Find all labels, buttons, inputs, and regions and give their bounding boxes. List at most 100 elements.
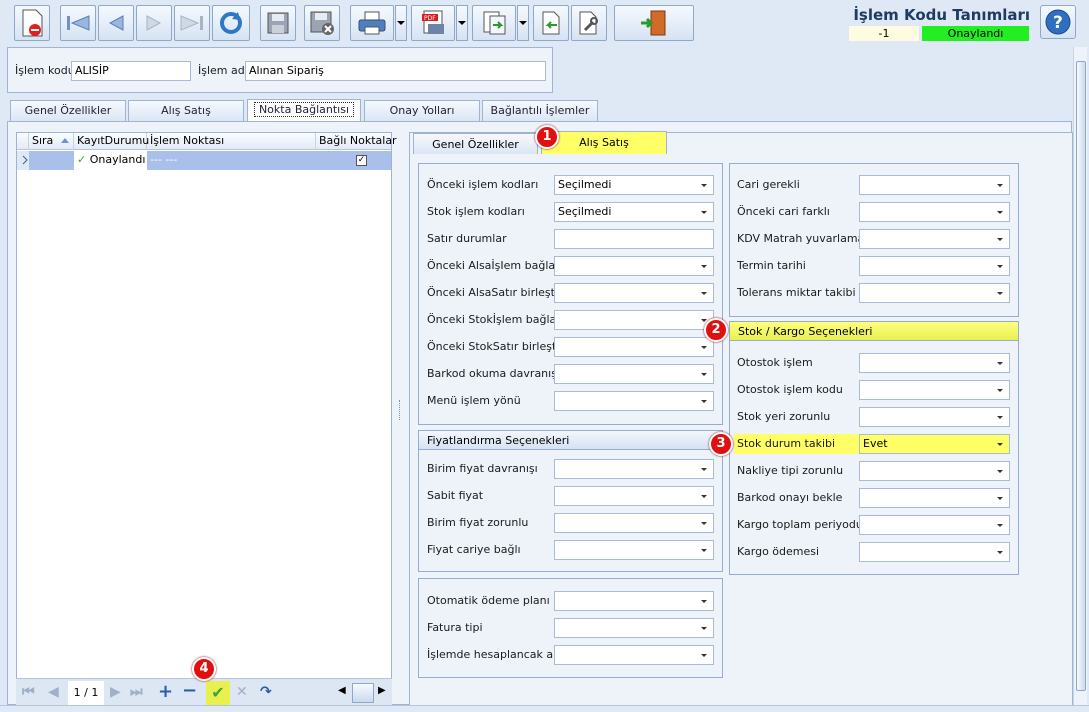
toolbar: PDF İşlem Kodu Tanımları -1 Onaylandı ? (0, 0, 1089, 44)
left-group-label-6: Önceki StokSatır birleştir (427, 340, 564, 353)
pricing-options-group: Fiyatlandırma Seçenekleri Birim fiyat da… (418, 430, 723, 572)
exit-button[interactable] (614, 5, 694, 41)
tab-approval-paths[interactable]: Onay Yolları (364, 100, 480, 121)
save-button[interactable] (260, 5, 296, 41)
tab-linked-operations[interactable]: Bağlantılı İşlemler (482, 100, 598, 121)
new-document-button[interactable] (14, 5, 50, 41)
nav-next-icon[interactable]: ▶ (110, 684, 121, 700)
subtab-general[interactable]: Genel Özellikler (413, 133, 538, 154)
record-number: -1 (849, 26, 919, 41)
left-group-combo-0[interactable]: Seçilmedi (554, 175, 714, 195)
left-group-combo-6[interactable] (554, 337, 714, 357)
tab-point-connection[interactable]: Nokta Bağlantısı (247, 99, 361, 122)
right-top-group-label-0: Cari gerekli (737, 178, 800, 191)
chevron-down-icon (997, 524, 1003, 527)
tab-general[interactable]: Genel Özellikler (10, 100, 126, 121)
right-top-group-label-3: Termin tarihi (737, 259, 806, 272)
document-settings-button[interactable] (571, 5, 607, 41)
right-top-group-combo-2[interactable] (859, 229, 1010, 249)
hscroll-thumb[interactable] (352, 683, 374, 703)
col-bagli-noktalar[interactable]: Bağlı Noktalar (316, 133, 397, 150)
table-row[interactable]: ✓ Onaylandı --- --- ✓ (17, 151, 391, 170)
stock-group-combo-1[interactable] (859, 380, 1010, 400)
left-group-label-2: Satır durumlar (427, 232, 507, 245)
last-record-button[interactable] (174, 5, 210, 41)
nav-first-icon[interactable]: ⏮ (22, 684, 35, 700)
approved-check-icon: ✓ (77, 153, 87, 166)
chevron-down-icon (997, 497, 1003, 500)
print-button[interactable] (350, 5, 394, 41)
payment-group-combo-0[interactable] (554, 591, 714, 611)
previous-record-button[interactable] (98, 5, 134, 41)
price-group-combo-3[interactable] (554, 540, 714, 560)
left-group-combo-7[interactable] (554, 364, 714, 384)
refresh-record-icon[interactable]: ↷ (260, 684, 272, 700)
left-group-label-1: Stok işlem kodları (427, 205, 525, 218)
price-group-combo-1[interactable] (554, 486, 714, 506)
linked-checkbox[interactable]: ✓ (356, 155, 367, 166)
vertical-scrollbar[interactable] (1073, 47, 1087, 705)
nav-last-icon[interactable]: ⏭ (130, 684, 143, 700)
stock-group-combo-4[interactable] (859, 461, 1010, 481)
confirm-record-icon[interactable]: ✔ (206, 681, 230, 705)
price-group-combo-2[interactable] (554, 513, 714, 533)
refresh-button[interactable] (212, 5, 250, 41)
name-input[interactable]: Alınan Sipariş (245, 61, 546, 81)
subtab-purchase-sales[interactable]: Alış Satış (541, 131, 667, 154)
right-top-group-combo-0[interactable] (859, 175, 1010, 195)
first-record-button[interactable] (60, 5, 96, 41)
left-group-combo-5[interactable] (554, 310, 714, 330)
print-dropdown-button[interactable] (395, 5, 407, 41)
left-group-combo-2[interactable] (554, 229, 714, 249)
stock-group-combo-3[interactable]: Evet (859, 434, 1010, 454)
stock-group-combo-7[interactable] (859, 542, 1010, 562)
code-input[interactable]: ALISİP (71, 61, 191, 81)
horizontal-scrollbar[interactable] (0, 705, 1089, 712)
col-islem-noktasi[interactable]: İşlem Noktası (147, 133, 316, 150)
left-group-combo-3[interactable] (554, 256, 714, 276)
left-group-combo-4[interactable] (554, 283, 714, 303)
last-icon (180, 15, 203, 31)
export-dropdown-button[interactable] (517, 5, 529, 41)
help-button[interactable]: ? (1040, 5, 1076, 39)
scroll-left-icon[interactable]: ◀ (338, 685, 346, 696)
left-group-combo-8[interactable] (554, 391, 714, 411)
stock-group-combo-0[interactable] (859, 353, 1010, 373)
chevron-down-icon (701, 400, 707, 403)
stock-group-combo-5[interactable] (859, 488, 1010, 508)
cancel-record-icon[interactable]: ✕ (236, 684, 248, 700)
tab-purchase-sales[interactable]: Alış Satış (128, 100, 244, 121)
payment-group-combo-2[interactable] (554, 645, 714, 665)
vscroll-thumb[interactable] (1076, 61, 1086, 691)
stock-group-combo-6[interactable] (859, 515, 1010, 535)
left-group-combo-1[interactable]: Seçilmedi (554, 202, 714, 222)
combo-value: Evet (863, 437, 888, 450)
add-record-icon[interactable]: + (158, 681, 173, 702)
nav-prev-icon[interactable]: ◀ (48, 684, 59, 700)
right-top-group-combo-4[interactable] (859, 283, 1010, 303)
chevron-down-icon (997, 443, 1003, 446)
import-button[interactable] (533, 5, 569, 41)
chevron-down-icon (701, 549, 707, 552)
stock-group-combo-2[interactable] (859, 407, 1010, 427)
splitter[interactable] (399, 400, 403, 420)
next-record-button[interactable] (136, 5, 172, 41)
save-close-button[interactable] (304, 5, 340, 41)
pdf-dropdown-button[interactable] (456, 5, 468, 41)
row-linked-cell[interactable]: ✓ (316, 151, 391, 170)
row-point-cell[interactable]: --- --- (147, 151, 316, 170)
export-button[interactable] (472, 5, 516, 41)
price-group-combo-0[interactable] (554, 459, 714, 479)
scroll-right-icon[interactable]: ▶ (378, 685, 386, 696)
col-kayit-durumu[interactable]: KayıtDurumu (74, 133, 149, 150)
price-group-label-3: Fiyat cariye bağlı (427, 543, 521, 556)
payment-group-combo-1[interactable] (554, 618, 714, 638)
right-top-group-combo-3[interactable] (859, 256, 1010, 276)
right-top-group-combo-1[interactable] (859, 202, 1010, 222)
grid-navigator: ⏮ ◀ 1 / 1 ▶ ⏭ + − ✔ ✕ ↷ ◀ ▶ (16, 678, 392, 707)
row-status-cell[interactable]: ✓ Onaylandı (74, 151, 147, 170)
remove-record-icon[interactable]: − (182, 680, 197, 701)
step-badge-3: 3 (709, 432, 733, 456)
col-sira[interactable]: Sıra (29, 133, 74, 150)
pdf-export-button[interactable]: PDF (411, 5, 455, 41)
